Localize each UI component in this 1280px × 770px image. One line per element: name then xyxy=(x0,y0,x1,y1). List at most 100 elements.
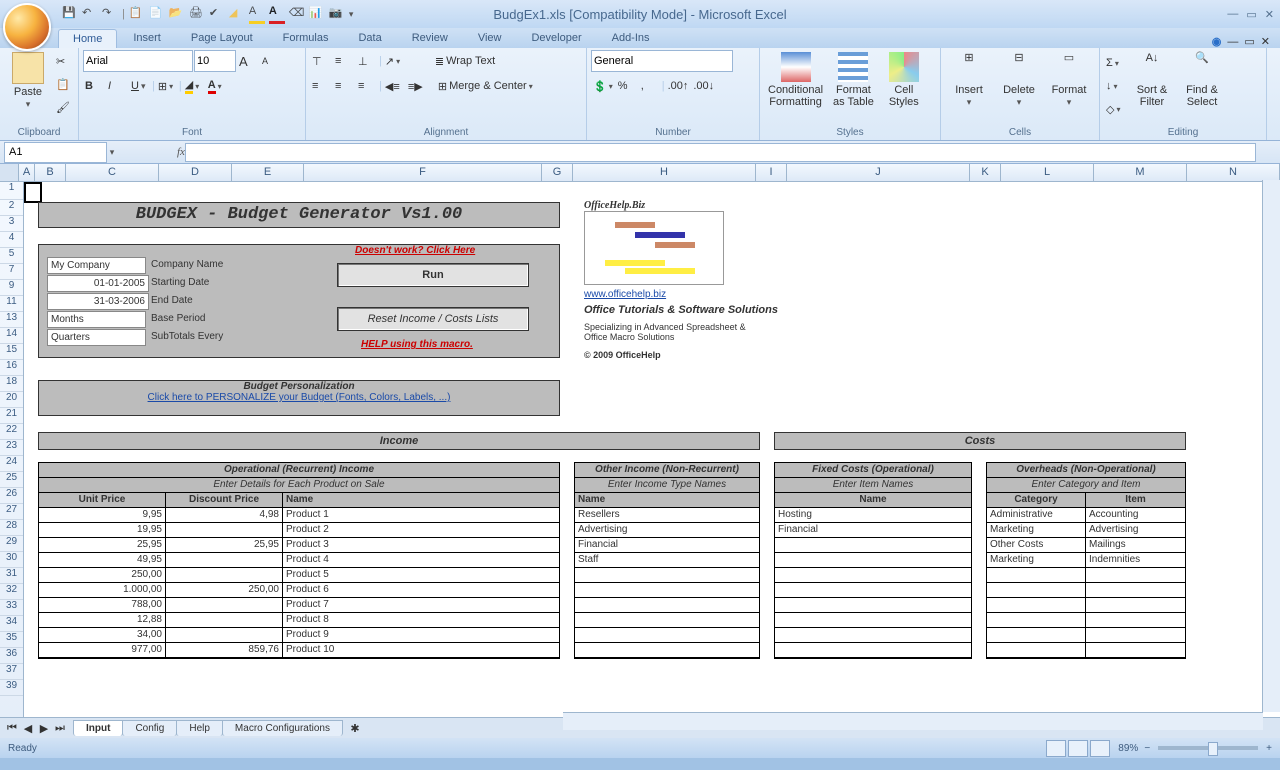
row-header[interactable]: 22 xyxy=(0,424,23,440)
row-header[interactable]: 15 xyxy=(0,344,23,360)
doc-restore-icon[interactable]: ▭ xyxy=(1244,35,1254,48)
column-header[interactable]: G xyxy=(542,164,573,181)
row-header[interactable]: 28 xyxy=(0,520,23,536)
cell-styles-button[interactable]: Cell Styles xyxy=(880,50,928,110)
table-row[interactable] xyxy=(987,583,1185,598)
fx-icon[interactable]: fx xyxy=(177,146,185,158)
row-header[interactable]: 16 xyxy=(0,360,23,376)
merge-center-button[interactable]: ⊞ Merge & Center xyxy=(436,75,535,97)
shrink-font-button[interactable]: A xyxy=(260,50,282,72)
table-row[interactable] xyxy=(987,628,1185,643)
font-size-select[interactable] xyxy=(194,50,236,72)
row-header[interactable]: 7 xyxy=(0,264,23,280)
row-header[interactable]: 23 xyxy=(0,440,23,456)
row-header[interactable]: 20 xyxy=(0,392,23,408)
column-header[interactable]: K xyxy=(970,164,1001,181)
align-right-button[interactable]: ≡ xyxy=(356,75,378,97)
tab-nav-last[interactable]: ⏭ xyxy=(52,720,68,736)
ribbon-tab-home[interactable]: Home xyxy=(58,29,117,48)
table-row[interactable] xyxy=(575,568,759,583)
highlight-icon[interactable]: A xyxy=(249,5,265,24)
subtotals-input[interactable]: Quarters xyxy=(47,329,146,346)
table-row[interactable] xyxy=(575,643,759,658)
sheet-tab-config[interactable]: Config xyxy=(122,720,177,736)
row-header[interactable]: 29 xyxy=(0,536,23,552)
ribbon-tab-data[interactable]: Data xyxy=(344,29,395,48)
ribbon-tab-view[interactable]: View xyxy=(464,29,516,48)
fill-color-button[interactable]: ◢ xyxy=(183,75,205,97)
format-as-table-button[interactable]: Format as Table xyxy=(829,50,878,110)
format-cells-button[interactable]: ▭Format▾ xyxy=(1045,50,1093,110)
table-row[interactable] xyxy=(775,538,971,553)
align-bottom-button[interactable]: ⊥ xyxy=(356,50,378,72)
table-row[interactable]: Advertising xyxy=(575,523,759,538)
row-header[interactable]: 24 xyxy=(0,456,23,472)
table-row[interactable]: 977,00859,76Product 10 xyxy=(39,643,559,658)
table-row[interactable]: 250,00Product 5 xyxy=(39,568,559,583)
table-row[interactable] xyxy=(775,568,971,583)
column-header[interactable]: J xyxy=(787,164,970,181)
find-select-button[interactable]: 🔍Find & Select xyxy=(1178,50,1226,110)
fill-icon[interactable]: ◢ xyxy=(229,6,245,22)
clear-icon[interactable]: ⌫ xyxy=(289,6,305,22)
row-header[interactable]: 36 xyxy=(0,648,23,664)
insert-cells-button[interactable]: ⊞Insert▾ xyxy=(945,50,993,110)
row-header[interactable]: 33 xyxy=(0,600,23,616)
row-header[interactable]: 35 xyxy=(0,632,23,648)
zoom-slider[interactable] xyxy=(1158,746,1258,750)
decrease-indent-button[interactable]: ◀≡ xyxy=(383,75,405,97)
font-color-icon[interactable]: A xyxy=(269,5,285,24)
table-row[interactable]: 788,00Product 7 xyxy=(39,598,559,613)
row-header[interactable]: 21 xyxy=(0,408,23,424)
row-header[interactable]: 37 xyxy=(0,664,23,680)
table-row[interactable] xyxy=(575,583,759,598)
row-header[interactable]: 30 xyxy=(0,552,23,568)
row-header[interactable]: 9 xyxy=(0,280,23,296)
table-row[interactable] xyxy=(987,643,1185,658)
company-input[interactable]: My Company xyxy=(47,257,146,274)
row-header[interactable]: 14 xyxy=(0,328,23,344)
clear-button[interactable]: ◇ xyxy=(1104,98,1126,120)
tab-nav-prev[interactable]: ◀ xyxy=(20,720,36,736)
table-row[interactable] xyxy=(775,628,971,643)
normal-view-button[interactable] xyxy=(1046,740,1066,757)
save-icon[interactable]: 💾 xyxy=(62,6,78,22)
ribbon-tab-add-ins[interactable]: Add-Ins xyxy=(598,29,664,48)
table-row[interactable] xyxy=(987,568,1185,583)
table-row[interactable] xyxy=(775,553,971,568)
increase-indent-button[interactable]: ≡▶ xyxy=(406,75,428,97)
row-header[interactable]: 2 xyxy=(0,200,23,216)
row-header[interactable]: 26 xyxy=(0,488,23,504)
table-row[interactable] xyxy=(575,628,759,643)
sort-filter-button[interactable]: A↓Sort & Filter xyxy=(1128,50,1176,110)
help-macro-link[interactable]: HELP using this macro. xyxy=(361,339,473,350)
wrap-text-button[interactable]: ≣ Wrap Text xyxy=(433,50,497,72)
page-layout-view-button[interactable] xyxy=(1068,740,1088,757)
comma-button[interactable]: , xyxy=(639,75,661,97)
chart-icon[interactable]: 📊 xyxy=(309,6,325,22)
vertical-scrollbar[interactable] xyxy=(1262,180,1280,712)
align-left-button[interactable]: ≡ xyxy=(310,75,332,97)
help-icon[interactable]: ◉ xyxy=(1212,35,1222,48)
table-row[interactable]: Financial xyxy=(775,523,971,538)
row-header[interactable]: 5 xyxy=(0,248,23,264)
column-header[interactable]: I xyxy=(756,164,787,181)
camera-icon[interactable]: 📷 xyxy=(329,6,345,22)
font-family-select[interactable] xyxy=(83,50,193,72)
copy-button[interactable]: 📋 xyxy=(54,73,76,95)
table-row[interactable] xyxy=(987,613,1185,628)
run-button[interactable]: Run xyxy=(337,263,529,287)
officehelp-url-link[interactable]: www.officehelp.biz xyxy=(584,289,778,300)
sheet-tab-help[interactable]: Help xyxy=(176,720,223,736)
zoom-out-button[interactable]: − xyxy=(1144,743,1150,754)
zoom-level[interactable]: 89% xyxy=(1118,743,1138,754)
row-header[interactable]: 31 xyxy=(0,568,23,584)
column-header[interactable]: H xyxy=(573,164,756,181)
cells-grid[interactable]: BUDGEX - Budget Generator Vs1.00 My Comp… xyxy=(24,182,1280,717)
paste-button[interactable]: Paste▾ xyxy=(4,50,52,112)
table-row[interactable] xyxy=(575,598,759,613)
cut-button[interactable]: ✂ xyxy=(54,50,76,72)
redo-icon[interactable]: ↷ xyxy=(102,6,118,22)
formula-bar[interactable] xyxy=(185,143,1256,162)
fill-series-button[interactable]: ↓ xyxy=(1104,75,1126,97)
